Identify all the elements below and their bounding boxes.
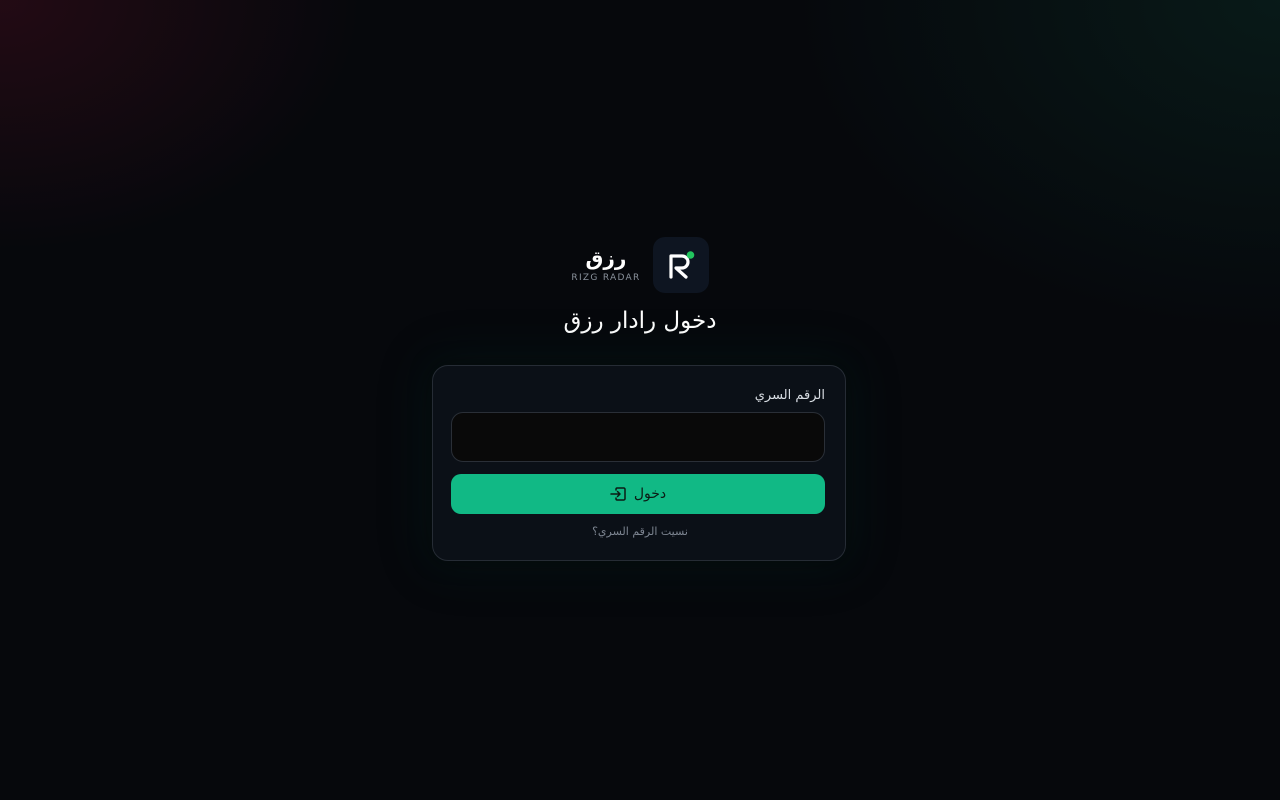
pin-label: الرقم السري [754,388,825,403]
brand-header: رزق RIZG RADAR [0,237,1280,293]
brand-name: رزق [585,245,627,270]
login-card: الرقم السري دخول نسيت الرقم السري؟ [432,365,846,561]
login-button[interactable]: دخول [451,474,825,514]
login-arrow-icon [610,487,626,501]
login-page: رزق RIZG RADAR دخول رادار رزق الرقم السر… [0,0,1280,800]
brand-subtitle: RIZG RADAR [571,272,641,283]
radar-logo-icon [652,237,709,293]
page-title: دخول رادار رزق [563,308,717,334]
forgot-pin-link[interactable]: نسيت الرقم السري؟ [433,525,847,538]
pin-input[interactable] [451,412,825,462]
login-button-label: دخول [633,486,667,502]
brand-text: رزق RIZG RADAR [571,248,640,283]
